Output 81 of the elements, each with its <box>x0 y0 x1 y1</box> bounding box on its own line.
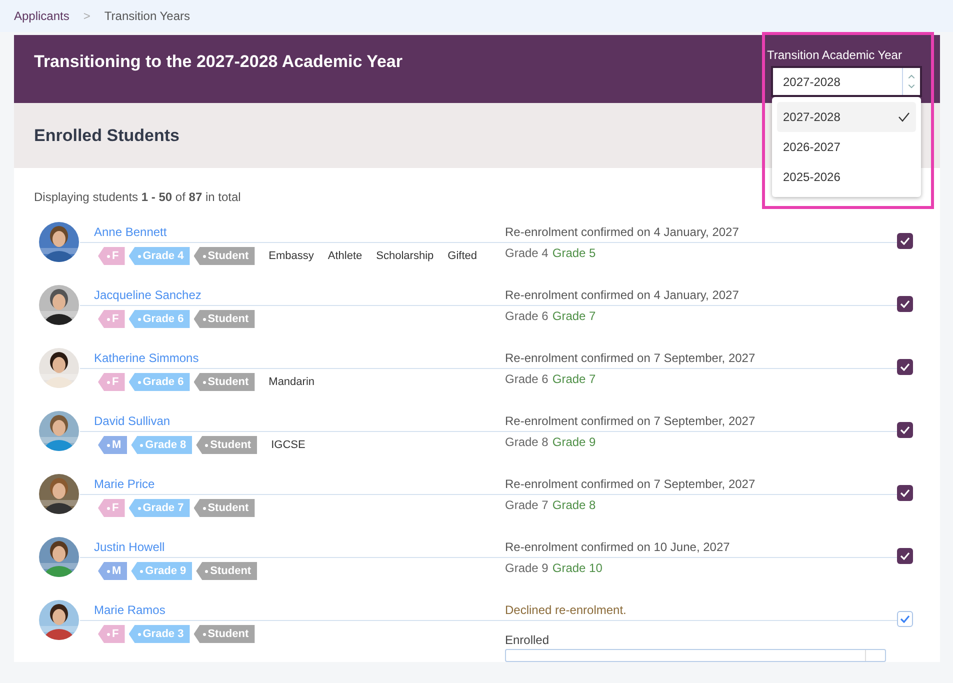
checkmark-icon <box>900 552 910 560</box>
year-select[interactable]: 2027-2028 <box>772 67 921 96</box>
tag: Student <box>196 436 258 454</box>
next-grade: Grade 8 <box>552 497 596 514</box>
student-name[interactable]: Marie Ramos <box>94 600 505 620</box>
label-text: Athlete <box>328 248 362 264</box>
breadcrumb-separator: > <box>83 8 90 25</box>
tag: Grade 6 <box>128 373 190 391</box>
tag: Grade 9 <box>131 562 192 580</box>
dropdown-option[interactable]: 2026-2027 <box>777 132 916 162</box>
tag: Student <box>196 562 258 580</box>
field-label: Transition Academic Year <box>767 47 903 64</box>
summary-text: Displaying students 1 - 50 of 87 in total <box>34 190 241 204</box>
checkbox[interactable] <box>897 611 913 627</box>
tag: Student <box>194 373 255 391</box>
tag: M <box>98 562 128 580</box>
tag: Grade 4 <box>128 247 190 265</box>
tag: F <box>98 247 125 265</box>
next-grade: Grade 9 <box>552 434 596 451</box>
tag: Grade 7 <box>128 499 190 517</box>
current-grade: Grade 6 <box>505 371 548 388</box>
tag: F <box>98 625 125 643</box>
status-text: Declined re-enrolment. <box>505 602 628 619</box>
label-text: Gifted <box>448 248 477 264</box>
student-name[interactable]: Jacqueline Sanchez <box>94 285 505 305</box>
next-grade: Grade 10 <box>552 560 602 577</box>
current-grade: Grade 4 <box>505 245 548 262</box>
student-name[interactable]: Katherine Simmons <box>94 348 505 368</box>
checkmark-icon <box>900 615 910 623</box>
select-field[interactable] <box>505 649 886 662</box>
tag: F <box>98 310 125 328</box>
status-text: Re-enrolment confirmed on 4 January, 2027 <box>505 224 739 241</box>
status-text: Re-enrolment confirmed on 7 September, 2027 <box>505 413 756 430</box>
student-name[interactable]: Justin Howell <box>94 537 505 557</box>
status-text: Re-enrolment confirmed on 7 September, 2027 <box>505 350 756 367</box>
dropdown-option[interactable]: 2027-2028 <box>777 102 916 132</box>
label-text: Scholarship <box>376 248 434 264</box>
label-text: Embassy <box>268 248 314 264</box>
checkmark-icon <box>900 363 910 371</box>
current-grade: Grade 7 <box>505 497 548 514</box>
next-grade: Grade 7 <box>552 308 596 325</box>
checkmark-icon <box>900 426 910 434</box>
label-text: Mandarin <box>268 374 315 390</box>
student-name[interactable]: David Sullivan <box>94 411 505 431</box>
tag: Grade 3 <box>128 625 190 643</box>
status-text: Re-enrolment confirmed on 7 September, 2027 <box>505 476 756 493</box>
dropdown-option[interactable]: 2025-2026 <box>777 162 916 192</box>
checkbox[interactable] <box>897 422 913 438</box>
tag: F <box>98 373 125 391</box>
tag: Student <box>194 625 255 643</box>
tag: Student <box>194 499 255 517</box>
student-name[interactable]: Anne Bennett <box>94 222 505 242</box>
checkmark-icon <box>898 112 910 122</box>
checkbox[interactable] <box>897 296 913 312</box>
page-title: Transitioning to the 2027-2028 Academic Year <box>34 51 402 74</box>
breadcrumb-item: Transition Years <box>104 8 190 25</box>
checkmark-icon <box>900 489 910 497</box>
tag: Student <box>194 247 255 265</box>
tag: Grade 8 <box>131 436 192 454</box>
label-text: IGCSE <box>271 438 306 453</box>
next-grade: Grade 7 <box>552 371 596 388</box>
tag: F <box>98 499 125 517</box>
checkbox[interactable] <box>897 359 913 375</box>
current-grade: Grade 8 <box>505 434 548 451</box>
checkbox[interactable] <box>897 548 913 564</box>
tag: M <box>98 436 128 454</box>
checkmark-icon <box>900 300 910 308</box>
section-title: Enrolled Students <box>34 124 180 147</box>
tag: Student <box>194 310 255 328</box>
current-grade: Grade 9 <box>505 560 548 577</box>
checkbox[interactable] <box>897 485 913 501</box>
field-label: Enrolled <box>505 632 550 649</box>
status-text: Re-enrolment confirmed on 4 January, 2027 <box>505 287 739 304</box>
tag: Grade 6 <box>128 310 190 328</box>
breadcrumb-item[interactable]: Applicants <box>14 7 70 25</box>
status-text: Re-enrolment confirmed on 10 June, 2027 <box>505 539 730 556</box>
next-grade: Grade 5 <box>552 245 596 262</box>
current-grade: Grade 6 <box>505 308 548 325</box>
student-name[interactable]: Marie Price <box>94 474 505 494</box>
checkbox[interactable] <box>897 233 913 249</box>
checkmark-icon <box>900 237 910 245</box>
